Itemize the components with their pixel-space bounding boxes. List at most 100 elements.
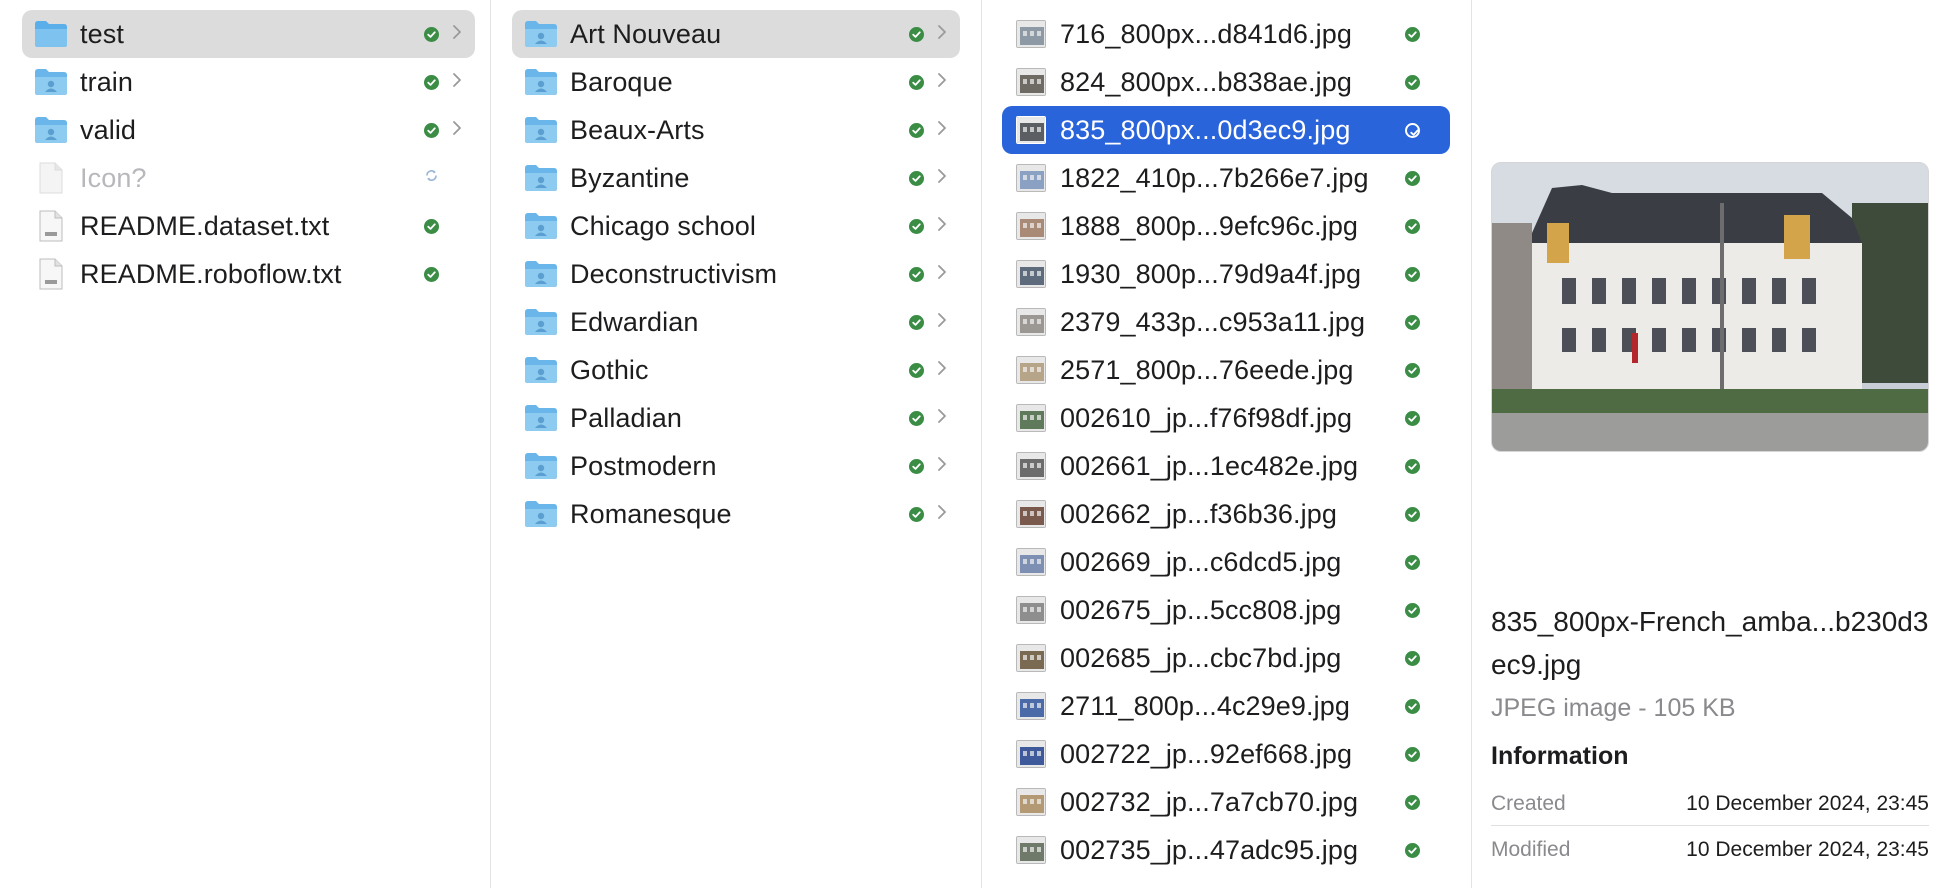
shared-folder-icon xyxy=(512,346,570,394)
modified-label: Modified xyxy=(1491,838,1571,861)
file-row-gothic[interactable]: Gothic xyxy=(512,346,960,394)
file-name: Edwardian xyxy=(570,306,699,337)
synced-check-icon xyxy=(908,122,924,138)
file-row-1888-800p-9efc96c-jpg[interactable]: 1888_800p...9efc96c.jpg xyxy=(1002,202,1450,250)
file-name: 002722_jp...92ef668.jpg xyxy=(1060,738,1353,769)
image-thumbnail-icon xyxy=(1002,730,1060,778)
file-row-chicago-school[interactable]: Chicago school xyxy=(512,202,960,250)
file-row-716-800px-d841d6-jpg[interactable]: 716_800px...d841d6.jpg xyxy=(1002,10,1450,58)
file-name: 2379_433p...c953a11.jpg xyxy=(1060,306,1366,337)
file-row-002685-jp-cbc7bd-jpg[interactable]: 002685_jp...cbc7bd.jpg xyxy=(1002,634,1450,682)
file-row-readme-dataset-txt[interactable]: README.dataset.txt xyxy=(22,202,475,250)
sync-status xyxy=(1404,410,1420,426)
file-list: 716_800px...d841d6.jpg 824_800px...b838ae… xyxy=(982,10,1471,874)
chevron-slot xyxy=(934,264,950,285)
image-thumbnail-icon xyxy=(1002,634,1060,682)
synced-check-icon xyxy=(908,314,924,330)
synced-check-icon xyxy=(1404,698,1420,714)
chevron-slot xyxy=(934,312,950,333)
file-row-readme-roboflow-txt[interactable]: README.roboflow.txt xyxy=(22,250,475,298)
synced-check-icon xyxy=(423,74,439,90)
file-row-2571-800p-76eede-jpg[interactable]: 2571_800p...76eede.jpg xyxy=(1002,346,1450,394)
synced-check-icon xyxy=(908,410,924,426)
sync-status xyxy=(1404,554,1420,570)
file-row-beaux-arts[interactable]: Beaux-Arts xyxy=(512,106,960,154)
chevron-right-icon xyxy=(937,168,947,189)
file-row-002610-jp-f76f98df-jpg[interactable]: 002610_jp...f76f98df.jpg xyxy=(1002,394,1450,442)
chevron-slot xyxy=(934,360,950,381)
file-row-test[interactable]: test xyxy=(22,10,475,58)
sync-status xyxy=(908,314,924,330)
sync-status xyxy=(1404,794,1420,810)
chevron-slot xyxy=(449,120,465,141)
file-row-1822-410p-7b266e7-jpg[interactable]: 1822_410p...7b266e7.jpg xyxy=(1002,154,1450,202)
file-name: Palladian xyxy=(570,402,682,433)
file-row-1930-800p-79d9a4f-jpg[interactable]: 1930_800p...79d9a4f.jpg xyxy=(1002,250,1450,298)
file-name: 1930_800p...79d9a4f.jpg xyxy=(1060,258,1362,289)
image-thumbnail-icon xyxy=(1002,250,1060,298)
file-row-edwardian[interactable]: Edwardian xyxy=(512,298,960,346)
image-thumbnail-icon xyxy=(1002,682,1060,730)
synced-check-icon xyxy=(1404,410,1420,426)
file-row-824-800px-b838ae-jpg[interactable]: 824_800px...b838ae.jpg xyxy=(1002,58,1450,106)
image-thumbnail-icon xyxy=(1002,490,1060,538)
file-row-art-nouveau[interactable]: Art Nouveau xyxy=(512,10,960,58)
shared-folder-icon xyxy=(22,58,80,106)
shared-folder-icon xyxy=(512,490,570,538)
synced-check-icon xyxy=(423,26,439,42)
image-thumbnail-icon xyxy=(1002,154,1060,202)
modified-row: Modified 10 December 2024, 23:45 xyxy=(1491,828,1929,872)
created-value: 10 December 2024, 23:45 xyxy=(1686,791,1929,815)
file-row-postmodern[interactable]: Postmodern xyxy=(512,442,960,490)
shared-folder-icon xyxy=(512,58,570,106)
sync-status xyxy=(423,266,439,282)
file-row-baroque[interactable]: Baroque xyxy=(512,58,960,106)
image-thumbnail-icon xyxy=(1002,10,1060,58)
file-name: train xyxy=(80,66,134,97)
file-row-2711-800p-4c29e9-jpg[interactable]: 2711_800p...4c29e9.jpg xyxy=(1002,682,1450,730)
sync-status xyxy=(423,74,439,90)
chevron-slot xyxy=(449,72,465,93)
text-file-icon xyxy=(22,202,80,250)
file-row-icon[interactable]: Icon? xyxy=(22,154,475,202)
image-thumbnail-icon xyxy=(1002,538,1060,586)
synced-check-icon xyxy=(908,170,924,186)
synced-check-icon xyxy=(1404,218,1420,234)
chevron-right-icon xyxy=(937,312,947,333)
file-row-002735-jp-47adc95-jpg[interactable]: 002735_jp...47adc95.jpg xyxy=(1002,826,1450,874)
file-name: Deconstructivism xyxy=(570,258,778,289)
image-thumbnail-icon xyxy=(1002,202,1060,250)
building-photo xyxy=(1492,163,1928,451)
file-row-train[interactable]: train xyxy=(22,58,475,106)
sync-status xyxy=(908,458,924,474)
file-name: 002732_jp...7a7cb70.jpg xyxy=(1060,786,1359,817)
file-name: 2711_800p...4c29e9.jpg xyxy=(1060,690,1350,721)
file-row-002732-jp-7a7cb70-jpg[interactable]: 002732_jp...7a7cb70.jpg xyxy=(1002,778,1450,826)
file-row-002662-jp-f36b36-jpg[interactable]: 002662_jp...f36b36.jpg xyxy=(1002,490,1450,538)
sync-status xyxy=(423,218,439,234)
sync-status xyxy=(1404,650,1420,666)
sync-status xyxy=(1404,122,1420,138)
syncing-icon xyxy=(424,168,439,188)
file-name: Art Nouveau xyxy=(570,18,722,49)
file-row-002661-jp-1ec482e-jpg[interactable]: 002661_jp...1ec482e.jpg xyxy=(1002,442,1450,490)
file-row-palladian[interactable]: Palladian xyxy=(512,394,960,442)
image-thumbnail-icon xyxy=(1002,442,1060,490)
file-row-romanesque[interactable]: Romanesque xyxy=(512,490,960,538)
file-row-002722-jp-92ef668-jpg[interactable]: 002722_jp...92ef668.jpg xyxy=(1002,730,1450,778)
file-row-002669-jp-c6dcd5-jpg[interactable]: 002669_jp...c6dcd5.jpg xyxy=(1002,538,1450,586)
file-row-valid[interactable]: valid xyxy=(22,106,475,154)
image-thumbnail-icon xyxy=(1002,778,1060,826)
file-row-835-800px-0d3ec9-jpg[interactable]: 835_800px...0d3ec9.jpg xyxy=(1002,106,1450,154)
file-row-2379-433p-c953a11-jpg[interactable]: 2379_433p...c953a11.jpg xyxy=(1002,298,1450,346)
synced-check-icon xyxy=(1404,842,1420,858)
file-name: 002735_jp...47adc95.jpg xyxy=(1060,834,1359,865)
file-row-002675-jp-5cc808-jpg[interactable]: 002675_jp...5cc808.jpg xyxy=(1002,586,1450,634)
sync-status xyxy=(423,26,439,42)
sync-status xyxy=(423,122,439,138)
sync-status xyxy=(1404,218,1420,234)
file-row-byzantine[interactable]: Byzantine xyxy=(512,154,960,202)
file-row-deconstructivism[interactable]: Deconstructivism xyxy=(512,250,960,298)
synced-check-icon xyxy=(908,26,924,42)
sync-status xyxy=(1404,506,1420,522)
